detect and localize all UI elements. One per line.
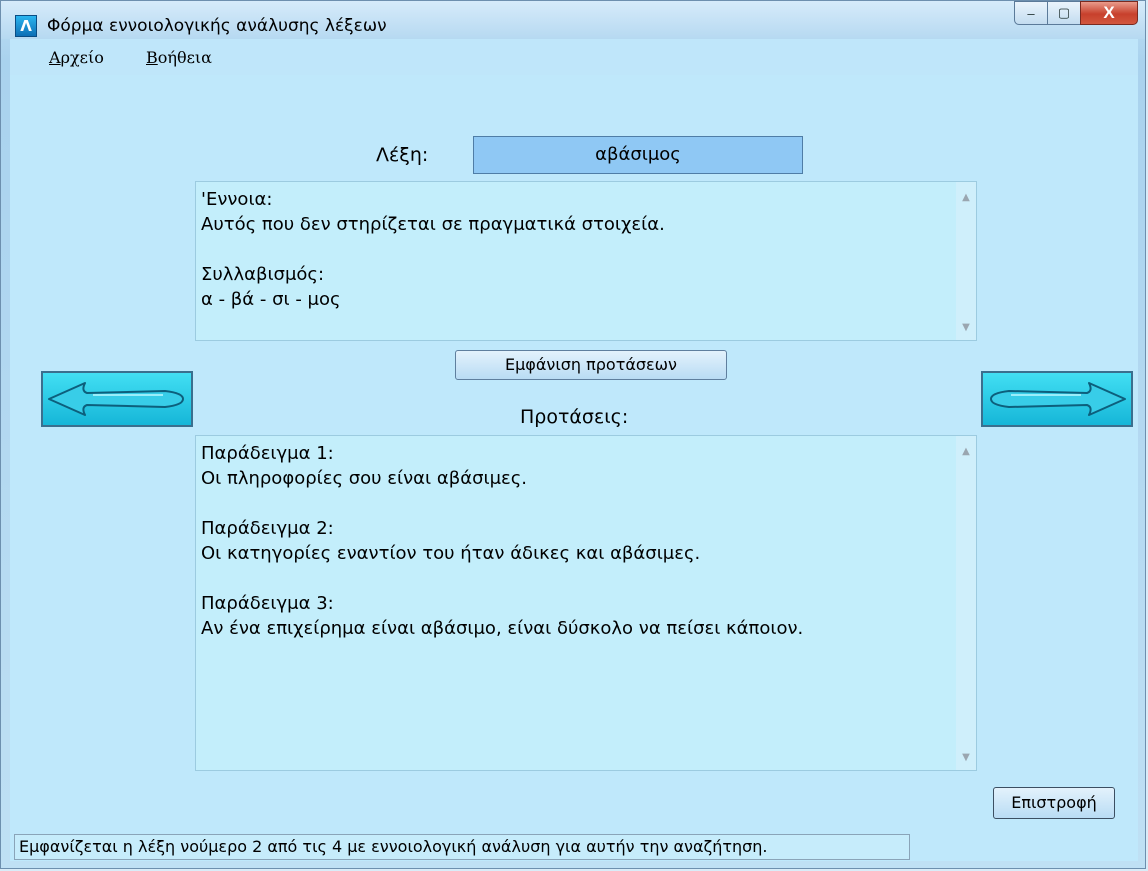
meaning-textbox[interactable]: 'Εννοια: Αυτός που δεν στηρίζεται σε πρα…	[195, 181, 977, 341]
scroll-up-icon[interactable]: ▲	[956, 442, 976, 462]
scroll-down-icon[interactable]: ▼	[956, 748, 976, 768]
minimize-button[interactable]: ‒	[1014, 1, 1048, 25]
sentences-scrollbar[interactable]: ▲ ▼	[956, 436, 976, 770]
show-sentences-button[interactable]: Εμφάνιση προτάσεων	[455, 350, 727, 380]
back-button[interactable]: Επιστροφή	[993, 787, 1115, 819]
window-title: Φόρμα εννοιολογικής ανάλυσης λέξεων	[47, 16, 387, 36]
sentences-label: Προτάσεις:	[520, 406, 629, 428]
meaning-scrollbar[interactable]: ▲ ▼	[956, 182, 976, 340]
menu-file[interactable]: Αρχείο	[49, 48, 104, 67]
maximize-button[interactable]: ▢	[1047, 1, 1081, 25]
next-word-button[interactable]	[981, 371, 1133, 427]
scroll-up-icon[interactable]: ▲	[956, 188, 976, 208]
menu-bar: Αρχείο Βοήθεια	[10, 39, 1138, 75]
sentences-textbox[interactable]: Παράδειγμα 1: Οι πληροφορίες σου είναι α…	[195, 435, 977, 771]
word-field[interactable]: αβάσιμος	[473, 136, 803, 174]
menu-help[interactable]: Βοήθεια	[146, 48, 212, 67]
main-window: Λ Φόρμα εννοιολογικής ανάλυσης λέξεων ‒ …	[0, 0, 1146, 869]
meaning-text: 'Εννοια: Αυτός που δεν στηρίζεται σε πρα…	[201, 189, 665, 310]
arrow-right-icon	[990, 382, 1126, 416]
close-button[interactable]: X	[1080, 1, 1138, 25]
scroll-down-icon[interactable]: ▼	[956, 318, 976, 338]
client-area: Αρχείο Βοήθεια Λέξη: αβάσιμος 'Εννοια: Α…	[10, 39, 1138, 861]
previous-word-button[interactable]	[41, 371, 193, 427]
title-bar[interactable]: Λ Φόρμα εννοιολογικής ανάλυσης λέξεων ‒ …	[1, 1, 1145, 39]
arrow-left-icon	[48, 382, 184, 416]
word-label: Λέξη:	[376, 144, 429, 166]
app-icon: Λ	[15, 15, 37, 37]
caption-buttons: ‒ ▢ X	[1014, 1, 1138, 31]
status-bar: Εμφανίζεται η λέξη νούμερο 2 από τις 4 μ…	[14, 834, 910, 860]
sentences-text: Παράδειγμα 1: Οι πληροφορίες σου είναι α…	[201, 443, 804, 639]
